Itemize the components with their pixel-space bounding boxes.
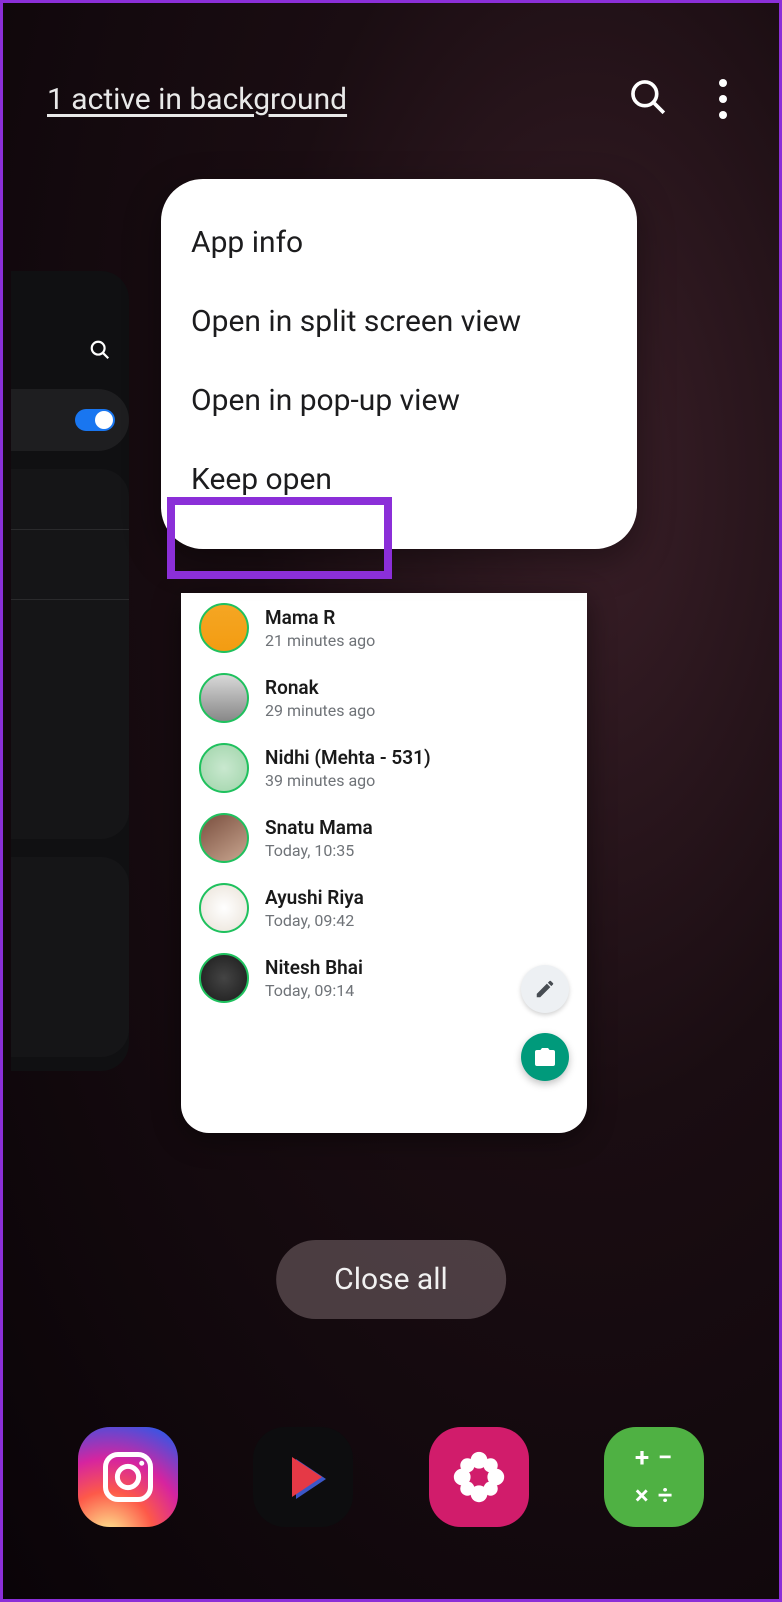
status-time: 21 minutes ago	[265, 631, 375, 650]
status-name: Ayushi Riya	[265, 886, 364, 909]
status-item[interactable]: Nidhi (Mehta - 531) 39 minutes ago	[181, 733, 587, 803]
app-dock: +−×÷	[3, 1427, 779, 1527]
play-icon	[292, 1457, 322, 1497]
avatar	[199, 743, 249, 793]
dock-app-gallery[interactable]	[429, 1427, 529, 1527]
toggle-switch[interactable]	[75, 409, 115, 431]
avatar	[199, 953, 249, 1003]
status-time: 39 minutes ago	[265, 771, 431, 790]
left-panel	[11, 469, 129, 839]
dock-app-instagram[interactable]	[78, 1427, 178, 1527]
status-item[interactable]: Mama R 21 minutes ago	[181, 593, 587, 663]
recent-app-card-left[interactable]	[11, 271, 129, 1071]
avatar	[199, 813, 249, 863]
status-item[interactable]: Ronak 29 minutes ago	[181, 663, 587, 733]
menu-item-app-info[interactable]: App info	[161, 203, 637, 282]
search-icon	[89, 339, 111, 365]
active-background-link[interactable]: 1 active in background	[47, 82, 347, 117]
app-context-menu: App info Open in split screen view Open …	[161, 179, 637, 549]
menu-item-keep-open[interactable]: Keep open	[161, 440, 637, 519]
status-time: Today, 09:14	[265, 981, 363, 1000]
status-name: Nitesh Bhai	[265, 956, 363, 979]
menu-item-split-screen[interactable]: Open in split screen view	[161, 282, 637, 361]
recent-app-card-main[interactable]: Mama R 21 minutes ago Ronak 29 minutes a…	[181, 593, 587, 1133]
header-actions	[629, 75, 735, 123]
status-time: Today, 10:35	[265, 841, 373, 860]
avatar	[199, 673, 249, 723]
status-item[interactable]: Snatu Mama Today, 10:35	[181, 803, 587, 873]
left-panel	[11, 857, 129, 1057]
dock-app-calculator[interactable]: +−×÷	[604, 1427, 704, 1527]
avatar	[199, 603, 249, 653]
status-name: Mama R	[265, 606, 375, 629]
compose-fab[interactable]	[521, 965, 569, 1013]
camera-fab[interactable]	[521, 1033, 569, 1081]
status-name: Snatu Mama	[265, 816, 373, 839]
calculator-icon: +−×÷	[635, 1443, 673, 1511]
status-time: Today, 09:42	[265, 911, 364, 930]
status-time: 29 minutes ago	[265, 701, 375, 720]
recents-header: 1 active in background	[47, 75, 735, 123]
status-item[interactable]: Ayushi Riya Today, 09:42	[181, 873, 587, 943]
avatar	[199, 883, 249, 933]
toggle-row	[11, 389, 129, 451]
search-icon[interactable]	[629, 78, 667, 120]
more-options-icon[interactable]	[711, 75, 735, 123]
status-name: Nidhi (Mehta - 531)	[265, 746, 431, 769]
menu-item-popup-view[interactable]: Open in pop-up view	[161, 361, 637, 440]
close-all-button[interactable]: Close all	[276, 1240, 506, 1319]
status-name: Ronak	[265, 676, 375, 699]
dock-app-youtube[interactable]	[253, 1427, 353, 1527]
